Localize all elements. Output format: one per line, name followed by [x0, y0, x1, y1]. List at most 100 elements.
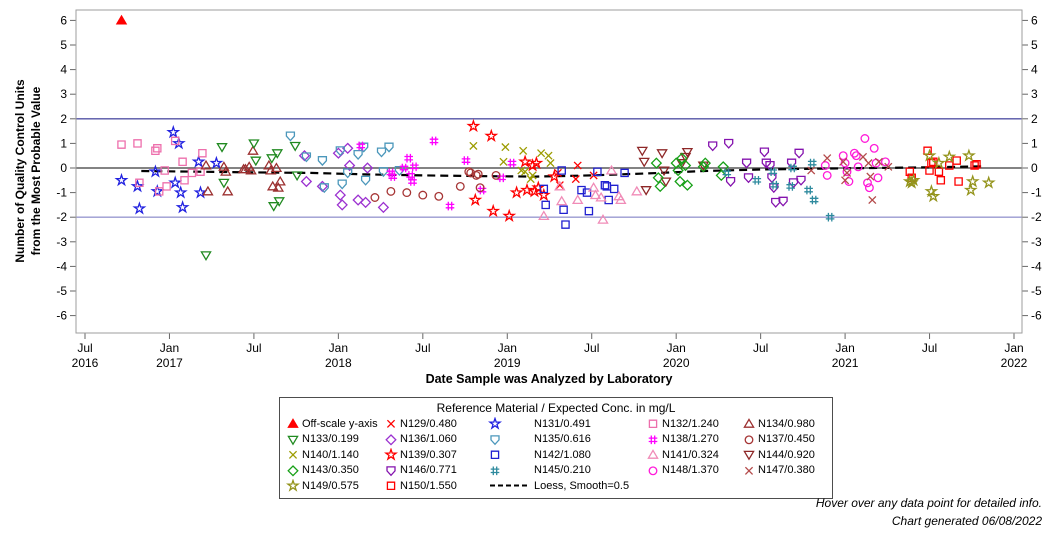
data-point-N132[interactable]	[153, 144, 162, 153]
data-point-N134[interactable]	[247, 145, 259, 155]
data-point-N135[interactable]	[353, 149, 363, 160]
data-point-N137[interactable]	[370, 193, 380, 202]
data-point-N135[interactable]	[360, 175, 371, 186]
data-point-N139[interactable]	[468, 192, 483, 206]
data-point-N137[interactable]	[418, 190, 428, 200]
data-point-N138[interactable]	[404, 153, 414, 163]
data-point-N139[interactable]	[509, 185, 524, 199]
data-point-N139[interactable]	[486, 203, 501, 218]
data-point-N149[interactable]	[965, 174, 980, 188]
data-point-N146[interactable]	[724, 138, 734, 149]
data-point-N144[interactable]	[636, 146, 649, 157]
data-point-N131[interactable]	[114, 172, 129, 187]
data-point-N133[interactable]	[218, 178, 230, 189]
data-point-N144[interactable]	[656, 149, 668, 159]
data-point-N142[interactable]	[609, 184, 619, 194]
data-point-N138[interactable]	[461, 156, 471, 165]
data-point-N132[interactable]	[178, 157, 187, 167]
data-point-N132[interactable]	[198, 148, 207, 158]
data-point-N131[interactable]	[173, 185, 188, 199]
data-point-N142[interactable]	[559, 205, 568, 215]
data-point-N133[interactable]	[250, 156, 262, 167]
data-point-N133[interactable]	[289, 141, 301, 152]
data-point-N131[interactable]	[166, 124, 181, 139]
data-point-N133[interactable]	[267, 202, 280, 212]
data-point-N147[interactable]	[866, 172, 875, 181]
data-point-N140[interactable]	[501, 143, 510, 152]
data-point-N131[interactable]	[175, 200, 190, 214]
data-point-N146[interactable]	[708, 141, 718, 152]
data-point-N147[interactable]	[823, 154, 832, 163]
data-point-N135[interactable]	[376, 147, 387, 158]
data-point-N148[interactable]	[822, 170, 832, 180]
data-point-N132[interactable]	[133, 139, 142, 148]
data-point-N136[interactable]	[336, 199, 348, 211]
data-point-N131[interactable]	[209, 155, 224, 170]
data-point-N147[interactable]	[864, 159, 873, 168]
data-point-N141[interactable]	[587, 182, 600, 192]
data-point-N134[interactable]	[221, 185, 234, 196]
data-point-N146[interactable]	[741, 158, 752, 169]
data-point-N140[interactable]	[546, 159, 555, 168]
data-point-N141[interactable]	[571, 194, 584, 205]
data-point-N146[interactable]	[796, 175, 806, 186]
data-point-N148[interactable]	[849, 148, 859, 158]
data-point-N131[interactable]	[168, 175, 183, 189]
data-point-N140[interactable]	[469, 141, 478, 150]
data-point-N140[interactable]	[544, 151, 553, 160]
data-point-N146[interactable]	[794, 148, 804, 159]
data-point-N132[interactable]	[162, 182, 171, 191]
data-point-N142[interactable]	[561, 220, 570, 229]
data-point-N132[interactable]	[151, 146, 160, 156]
data-point-N150[interactable]	[952, 156, 961, 165]
data-point-N135[interactable]	[317, 156, 328, 167]
data-point-N134[interactable]	[274, 175, 286, 186]
data-point-N137[interactable]	[386, 186, 396, 196]
data-point-N148[interactable]	[869, 143, 879, 153]
data-point-N132[interactable]	[117, 140, 126, 149]
data-point-N135[interactable]	[285, 131, 296, 142]
data-point-N140[interactable]	[519, 146, 528, 155]
data-point-N131[interactable]	[132, 201, 147, 215]
data-point-N133[interactable]	[200, 251, 212, 261]
data-point-N133[interactable]	[271, 149, 284, 159]
data-point-N138[interactable]	[477, 185, 487, 195]
data-point-N133[interactable]	[248, 139, 260, 150]
data-point-N146[interactable]	[759, 147, 770, 158]
data-point-N138[interactable]	[429, 136, 439, 146]
data-point-N149[interactable]	[981, 175, 996, 189]
data-point-N146[interactable]	[788, 178, 799, 189]
data-point-N132[interactable]	[180, 176, 189, 185]
data-point-N136[interactable]	[377, 201, 390, 214]
data-point-N140[interactable]	[537, 149, 546, 158]
data-point-N142[interactable]	[604, 195, 613, 205]
data-point-N138[interactable]	[410, 162, 419, 172]
data-point-N133[interactable]	[291, 171, 303, 182]
data-point-N141[interactable]	[538, 210, 550, 221]
data-point-N144[interactable]	[640, 186, 652, 196]
data-point-N139[interactable]	[466, 118, 481, 133]
data-point-N150[interactable]	[934, 167, 944, 176]
data-point-N148[interactable]	[853, 162, 863, 172]
data-point-N146[interactable]	[743, 173, 754, 184]
data-point-N137[interactable]	[434, 191, 444, 201]
data-point-N132[interactable]	[187, 168, 197, 178]
data-point-N141[interactable]	[597, 214, 609, 224]
data-point-N137[interactable]	[402, 188, 412, 198]
data-point-N148[interactable]	[860, 134, 870, 143]
data-point-N150[interactable]	[954, 177, 963, 186]
data-point-N148[interactable]	[864, 183, 874, 193]
data-point-N131[interactable]	[193, 185, 208, 199]
data-point-N147[interactable]	[868, 195, 877, 205]
data-point-N148[interactable]	[871, 158, 881, 168]
data-point-N145[interactable]	[809, 195, 819, 205]
data-point-N149[interactable]	[961, 148, 976, 162]
data-point-offscale[interactable]	[115, 14, 128, 25]
data-point-N135[interactable]	[384, 142, 394, 153]
data-point-N138[interactable]	[507, 158, 517, 168]
data-point-N136[interactable]	[300, 175, 313, 188]
data-point-N148[interactable]	[873, 173, 883, 183]
data-point-N140[interactable]	[499, 157, 508, 166]
data-point-N149[interactable]	[963, 182, 978, 197]
data-point-N136[interactable]	[334, 189, 347, 201]
